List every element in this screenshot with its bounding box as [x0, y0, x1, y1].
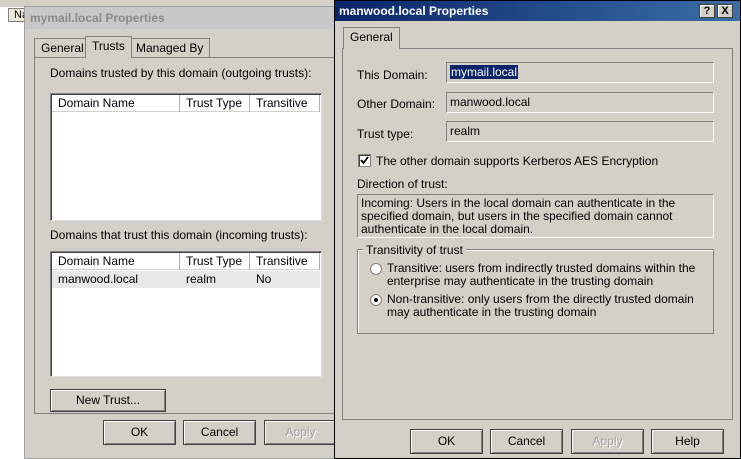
help-icon[interactable]: ? [699, 4, 715, 18]
trust-type-field[interactable]: realm [446, 121, 714, 142]
table-row[interactable]: manwood.local realm No [52, 271, 320, 288]
cancel-button[interactable]: Cancel [183, 420, 256, 445]
kerberos-aes-label[interactable]: The other domain supports Kerberos AES E… [376, 154, 658, 168]
non-transitive-radio[interactable] [370, 294, 382, 306]
general-tab-panel: This Domain: mymail.local Other Domain: … [342, 48, 733, 420]
column-trust-type[interactable]: Trust Type [180, 95, 250, 112]
manwood-properties-window: manwood.local Properties ? X General Thi… [334, 0, 741, 459]
column-transitive[interactable]: Transitive [250, 253, 320, 270]
outgoing-list-header: Domain Name Trust Type Transitive [52, 95, 320, 112]
row-domain: manwood.local [58, 272, 139, 286]
this-domain-field[interactable]: mymail.local [446, 62, 714, 83]
ok-button[interactable]: OK [410, 429, 483, 454]
outgoing-trusts-list[interactable]: Domain Name Trust Type Transitive [50, 93, 322, 221]
incoming-list-header: Domain Name Trust Type Transitive [52, 253, 320, 270]
transitive-radio[interactable] [370, 263, 382, 275]
window-title: mymail.local Properties [25, 7, 337, 29]
other-domain-label: Other Domain: [357, 97, 436, 111]
tab-managed-by[interactable]: Managed By [129, 38, 211, 58]
tab-general[interactable]: General [34, 38, 91, 58]
column-domain-name[interactable]: Domain Name [52, 95, 180, 112]
column-domain-name[interactable]: Domain Name [52, 253, 180, 270]
kerberos-aes-checkbox[interactable] [358, 154, 371, 167]
this-domain-label: This Domain: [357, 68, 428, 82]
non-transitive-label[interactable]: Non-transitive: only users from the dire… [387, 293, 709, 319]
column-transitive[interactable]: Transitive [250, 95, 320, 112]
incoming-trusts-list[interactable]: Domain Name Trust Type Transitive manwoo… [50, 251, 322, 377]
transitivity-group-label: Transitivity of trust [363, 243, 466, 257]
window-title: manwood.local Properties [335, 1, 740, 21]
transitive-label[interactable]: Transitive: users from indirectly truste… [387, 262, 709, 288]
direction-of-trust-label: Direction of trust: [357, 177, 448, 191]
direction-of-trust-text: Incoming: Users in the local domain can … [357, 194, 714, 238]
outgoing-trusts-label: Domains trusted by this domain (outgoing… [50, 66, 312, 80]
apply-button[interactable]: Apply [264, 420, 337, 445]
row-transitive: No [256, 272, 272, 286]
ok-button[interactable]: OK [103, 420, 176, 445]
help-button[interactable]: Help [651, 429, 724, 454]
trust-type-label: Trust type: [357, 127, 414, 141]
other-domain-field[interactable]: manwood.local [446, 92, 714, 113]
this-domain-value: mymail.local [450, 65, 519, 79]
column-trust-type[interactable]: Trust Type [180, 253, 250, 270]
trusts-tab-panel: Domains trusted by this domain (outgoing… [34, 57, 335, 414]
checkmark-icon [360, 156, 369, 165]
tab-general[interactable]: General [343, 27, 400, 49]
incoming-trusts-label: Domains that trust this domain (incoming… [50, 228, 308, 242]
apply-button[interactable]: Apply [571, 429, 644, 454]
close-icon[interactable]: X [717, 4, 733, 18]
mymail-properties-window: mymail.local Properties General Trusts M… [24, 6, 338, 459]
row-trust-type: realm [186, 272, 217, 286]
cancel-button[interactable]: Cancel [490, 429, 563, 454]
tab-trusts[interactable]: Trusts [85, 36, 132, 58]
new-trust-button[interactable]: New Trust... [50, 389, 166, 412]
